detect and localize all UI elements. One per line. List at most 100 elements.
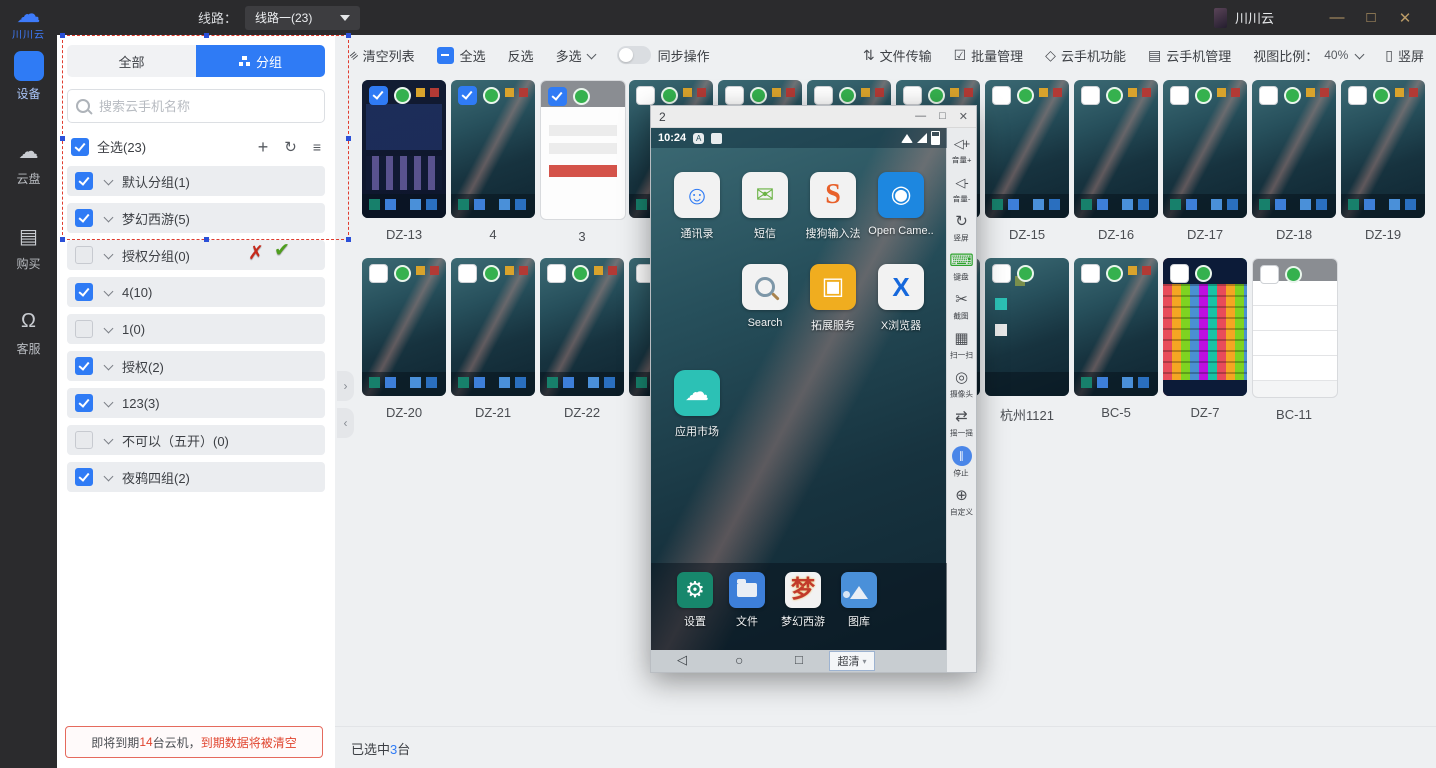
phone-functions-button[interactable]: ◇云手机功能	[1045, 46, 1126, 65]
授权(2)[interactable]: 授权(2)	[67, 351, 325, 381]
phone-thumbnail-screen[interactable]	[1163, 80, 1247, 218]
app-shortcut[interactable]: Search	[731, 264, 799, 329]
app-shortcut[interactable]: ◉ Open Came..	[867, 172, 935, 237]
group-checkbox[interactable]	[75, 394, 93, 412]
chevron-down-icon[interactable]	[104, 323, 114, 333]
phone-control-button[interactable]: ⇄ 摇一摇	[948, 407, 975, 439]
phone-thumbnail-screen[interactable]	[985, 258, 1069, 396]
group-checkbox[interactable]	[75, 431, 93, 449]
phone-control-button[interactable]: ⊕ 自定义	[948, 486, 975, 518]
panel-expand-button[interactable]: ›	[337, 371, 354, 401]
thumbnail-checkbox[interactable]	[548, 87, 567, 106]
group-checkbox[interactable]	[75, 172, 93, 190]
sidebar-nav-item[interactable]: ☁ 云盘	[0, 136, 57, 187]
phone-control-button[interactable]: ✂ 截图	[952, 290, 970, 322]
close-button[interactable]: ✕	[1388, 9, 1422, 27]
group-checkbox[interactable]	[75, 209, 93, 227]
invert-selection-button[interactable]: 反选	[508, 46, 534, 65]
thumbnail-checkbox[interactable]	[369, 264, 388, 283]
4(10)[interactable]: 4(10)	[67, 277, 325, 307]
phone-control-button[interactable]: ↻ 竖屏	[952, 212, 970, 244]
thumbnail-checkbox[interactable]	[1260, 265, 1279, 284]
recents-button[interactable]: □	[795, 652, 803, 667]
phone-control-button[interactable]: ◎ 摄像头	[948, 368, 975, 400]
dock-app-shortcut[interactable]: 梦 梦幻西游	[781, 572, 825, 629]
phone-screen[interactable]: 10:24 A ☺ 通讯录 ✉ 短信	[651, 128, 947, 672]
line-select[interactable]: 线路一(23)	[245, 6, 360, 30]
file-transfer-button[interactable]: ⇅文件传输	[863, 46, 932, 65]
梦幻西游(5)[interactable]: 梦幻西游(5)	[67, 203, 325, 233]
phone-control-button[interactable]: ∥ 停止	[952, 446, 972, 479]
thumbnail-checkbox[interactable]	[1081, 264, 1100, 283]
select-all-checkbox[interactable]	[71, 138, 89, 156]
sidebar-nav-item[interactable]: Ω 客服	[0, 306, 57, 357]
phone-control-button[interactable]: ◁- 音量-	[951, 173, 972, 205]
clear-list-button[interactable]: ≡ 清空列表	[350, 46, 415, 65]
phone-control-button[interactable]: ◁+ 音量+	[950, 134, 973, 166]
phone-thumbnail-screen[interactable]	[1163, 258, 1247, 396]
thumbnail-checkbox[interactable]	[1170, 264, 1189, 283]
chevron-down-icon[interactable]	[104, 434, 114, 444]
portrait-mode-button[interactable]: ▯竖屏	[1385, 46, 1424, 65]
group-checkbox[interactable]	[75, 320, 93, 338]
annotation-handle[interactable]	[346, 237, 351, 242]
phone-thumbnail-screen[interactable]	[362, 80, 446, 218]
phone-thumbnail-cell[interactable]: DZ-18	[1252, 80, 1336, 242]
app-shortcut[interactable]: S 搜狗输入法	[799, 172, 867, 241]
phone-control-button[interactable]: ▦ 扫一扫	[948, 329, 975, 361]
phone-thumbnail-cell[interactable]: 4	[451, 80, 535, 242]
thumbnail-checkbox[interactable]	[992, 86, 1011, 105]
search-box[interactable]	[67, 89, 325, 123]
phone-thumbnail-cell[interactable]: DZ-15	[985, 80, 1069, 242]
phone-thumbnail-screen[interactable]	[1252, 258, 1338, 398]
tab-all[interactable]: 全部	[67, 45, 196, 77]
phone-control-button[interactable]: ⌨ 键盘	[949, 251, 974, 283]
phone-thumbnail-cell[interactable]: DZ-17	[1163, 80, 1247, 242]
phone-thumbnail-cell[interactable]: DZ-20	[362, 258, 446, 420]
group-checkbox[interactable]	[75, 357, 93, 375]
phone-window-titlebar[interactable]: 2 — □ ✕	[651, 106, 976, 128]
dock-app-shortcut[interactable]: ⚙ 设置	[677, 572, 713, 629]
group-checkbox[interactable]	[75, 468, 93, 486]
app-shortcut[interactable]: ☁ 应用市场	[663, 370, 731, 439]
phone-thumbnail-cell[interactable]: DZ-7	[1163, 258, 1247, 420]
home-button[interactable]: ○	[735, 652, 743, 668]
thumbnail-checkbox[interactable]	[547, 264, 566, 283]
夜鸦四组(2)[interactable]: 夜鸦四组(2)	[67, 462, 325, 492]
chevron-down-icon[interactable]	[104, 212, 114, 222]
phone-thumbnail-screen[interactable]	[1074, 80, 1158, 218]
thumbnail-checkbox[interactable]	[458, 86, 477, 105]
thumbnail-checkbox[interactable]	[458, 264, 477, 283]
sync-toggle[interactable]	[617, 46, 651, 64]
quality-selector[interactable]: 超清▾	[829, 651, 875, 671]
chevron-down-icon[interactable]	[104, 360, 114, 370]
back-button[interactable]: ◁	[677, 652, 687, 668]
sidebar-nav-item[interactable]: ▤ 购买	[0, 221, 57, 272]
thumbnail-checkbox[interactable]	[1170, 86, 1189, 105]
phone-thumbnail-cell[interactable]: 3	[540, 80, 624, 244]
group-checkbox[interactable]	[75, 283, 93, 301]
chevron-down-icon[interactable]	[104, 175, 114, 185]
phone-thumbnail-cell[interactable]: DZ-16	[1074, 80, 1158, 242]
view-scale-control[interactable]: 视图比例： 40%	[1253, 46, 1363, 65]
sidebar-nav-item[interactable]: 设备	[0, 51, 57, 102]
thumbnail-checkbox[interactable]	[1348, 86, 1367, 105]
phone-minimize-button[interactable]: —	[915, 110, 926, 123]
add-group-icon[interactable]: +	[258, 140, 269, 154]
phone-thumbnail-cell[interactable]: BC-11	[1252, 258, 1336, 422]
thumbnail-checkbox[interactable]	[1259, 86, 1278, 105]
thumbnail-checkbox[interactable]	[725, 86, 744, 105]
phone-thumbnail-cell[interactable]: DZ-22	[540, 258, 624, 420]
phone-thumbnail-cell[interactable]: DZ-13	[362, 80, 446, 242]
phone-maximize-button[interactable]: □	[939, 110, 946, 123]
chevron-down-icon[interactable]	[104, 286, 114, 296]
multi-select-button[interactable]: 多选	[556, 46, 595, 65]
phone-thumbnail-cell[interactable]: DZ-21	[451, 258, 535, 420]
refresh-icon[interactable]: ↻	[284, 138, 297, 156]
select-all-indeterminate-checkbox[interactable]	[437, 47, 454, 64]
thumbnail-checkbox[interactable]	[636, 86, 655, 105]
phone-thumbnail-screen[interactable]	[362, 258, 446, 396]
123(3)[interactable]: 123(3)	[67, 388, 325, 418]
group-checkbox[interactable]	[75, 246, 93, 264]
tab-group[interactable]: 分组	[196, 45, 325, 77]
